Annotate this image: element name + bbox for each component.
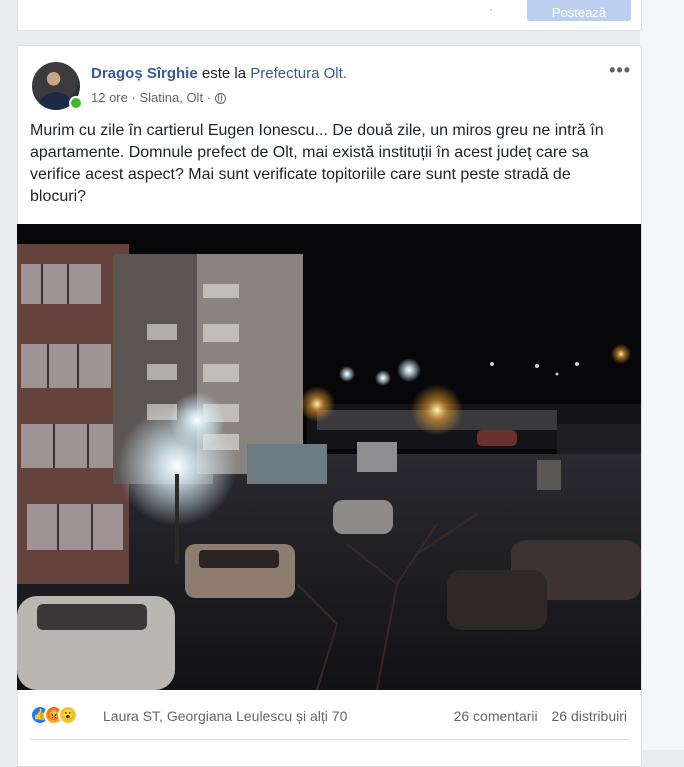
post-photo[interactable] xyxy=(17,224,641,690)
online-status-icon xyxy=(69,96,83,110)
page-scrollbar[interactable] xyxy=(640,0,684,750)
place-link[interactable]: Prefectura Olt. xyxy=(250,65,347,82)
more-options-icon[interactable]: ••• xyxy=(609,60,631,81)
post-counts: 26 comentarii 26 distribuiri xyxy=(454,708,627,724)
feed-post: Dragoș Sîrghie este la Prefectura Olt. 1… xyxy=(17,45,642,767)
comments-count[interactable]: 26 comentarii xyxy=(454,708,538,724)
post-location[interactable]: Slatina, Olt xyxy=(139,90,203,105)
divider xyxy=(30,739,629,740)
reaction-names[interactable]: Laura ST, Georgiana Leulescu și alți 70 xyxy=(103,708,347,724)
shares-count[interactable]: 26 distribuiri xyxy=(552,708,627,724)
post-text: Murim cu zile în cartierul Eugen Ionescu… xyxy=(30,122,604,205)
composer-dot-icon: · xyxy=(489,2,493,16)
post-header: Dragoș Sîrghie este la Prefectura Olt. xyxy=(91,65,347,82)
meta-separator: · xyxy=(206,90,212,105)
meta-separator: · xyxy=(131,90,136,105)
connector-text: este la xyxy=(197,65,251,82)
post-meta: 12 ore · Slatina, Olt · xyxy=(91,90,226,105)
post-button[interactable]: Postează xyxy=(527,0,631,21)
composer-card: · Postează xyxy=(17,0,642,31)
author-link[interactable]: Dragoș Sîrghie xyxy=(91,65,198,82)
post-time[interactable]: 12 ore xyxy=(91,90,128,105)
wow-icon: 😮 xyxy=(58,705,78,725)
globe-icon[interactable] xyxy=(214,93,226,104)
